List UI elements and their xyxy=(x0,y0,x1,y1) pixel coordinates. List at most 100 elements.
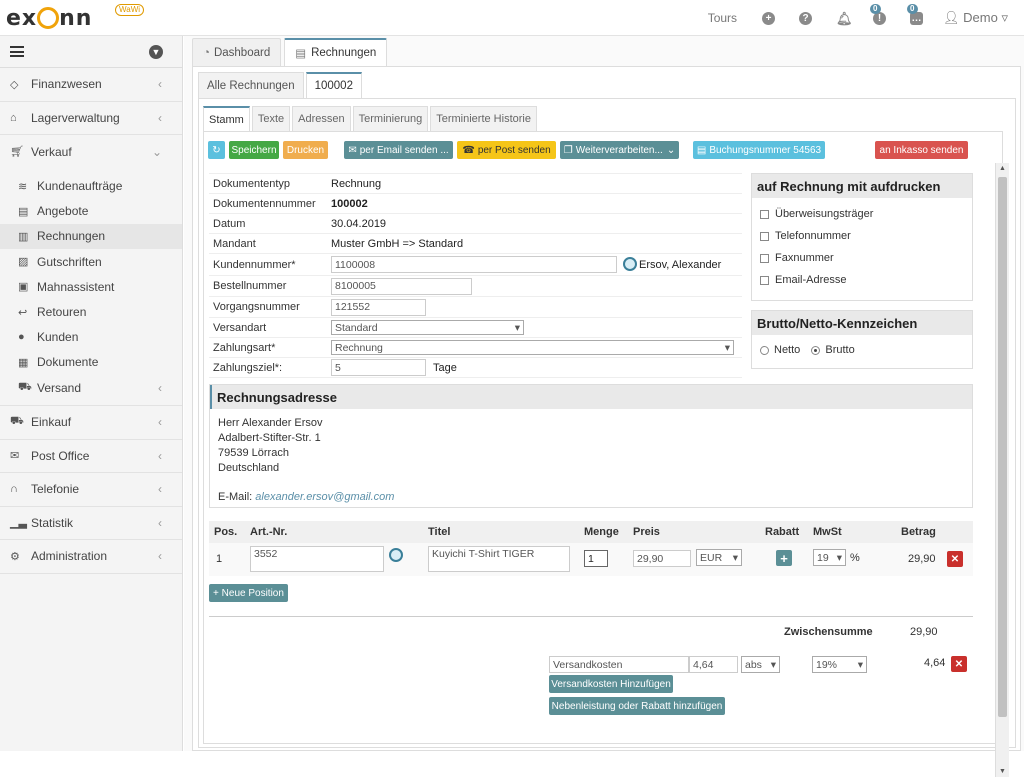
add-nebenleistung-button[interactable]: Nebenleistung oder Rabatt hinzufügen xyxy=(549,697,725,715)
weiterverarbeiten-dropdown[interactable]: ❐ Weiterverarbeiten... ⌄ xyxy=(560,141,679,159)
add-versandkosten-button[interactable]: Versandkosten Hinzufügen xyxy=(549,675,673,693)
sidebar-sub-gutschriften[interactable]: ▨ Gutschriften xyxy=(0,249,182,274)
headset-icon: ∩ xyxy=(10,483,18,496)
vorgangsnummer-input[interactable]: 121552 xyxy=(331,298,426,316)
checkbox-ueberweisungstraeger[interactable]: Überweisungsträger xyxy=(752,203,972,225)
buchungsnummer-button[interactable]: ▤ Buchungsnummer 54563 xyxy=(693,141,825,159)
versandkosten-value-input[interactable]: 4,64 xyxy=(689,656,738,673)
sidebar-sub-rechnungen[interactable]: ▥ Rechnungen xyxy=(0,223,182,250)
plus-icon[interactable]: + xyxy=(762,11,776,25)
email-link[interactable]: alexander.ersov@gmail.com xyxy=(255,491,394,503)
tab-document[interactable]: 100002 xyxy=(305,72,362,98)
logo-badge: WaWi xyxy=(115,4,145,16)
sidebar-item-verkauf[interactable]: 🛒︎ Verkauf ⌄ xyxy=(0,135,182,169)
tours-link[interactable]: Tours xyxy=(708,11,737,25)
help-icon[interactable]: ? xyxy=(799,11,813,25)
tab-dashboard[interactable]: ◔ Dashboard xyxy=(192,38,282,66)
user-menu[interactable]: 👤︎ Demo ▿ xyxy=(943,10,1008,26)
alert-icon[interactable]: ! 0 xyxy=(870,3,887,25)
scrollbar[interactable]: ▲ ▼ xyxy=(995,163,1009,777)
scroll-down-icon[interactable]: ▼ xyxy=(999,768,1006,775)
tab-texte[interactable]: Texte xyxy=(251,106,291,131)
customer-search-icon[interactable] xyxy=(623,257,637,271)
delete-versandkosten-button[interactable]: ✕ xyxy=(951,656,967,672)
currency-select[interactable]: EUR ▾ xyxy=(696,549,742,566)
sidebar-sub-angebote[interactable]: ▤ Angebote xyxy=(0,199,182,224)
chat-icon[interactable]: … 0 xyxy=(907,3,924,25)
add-rabatt-button[interactable]: + xyxy=(776,550,792,566)
post-send-button[interactable]: ☎ per Post senden xyxy=(457,141,556,159)
checkbox[interactable] xyxy=(760,253,769,263)
inkasso-button[interactable]: an Inkasso senden xyxy=(875,141,968,159)
user-name: Demo xyxy=(963,10,998,25)
percent-sign: % xyxy=(850,552,860,564)
radio-brutto[interactable]: Brutto xyxy=(811,344,855,356)
sidebar-sub-kundenauftraege[interactable]: ≋ Kundenaufträge xyxy=(0,174,182,199)
menge-input[interactable]: 1 xyxy=(584,550,608,567)
checkbox-email-adresse[interactable]: Email-Adresse xyxy=(752,269,972,291)
titel-input[interactable]: Kuyichi T-Shirt TIGER xyxy=(428,546,570,572)
bell-icon[interactable]: 🔔︎ xyxy=(836,12,853,25)
sidebar-sub-dokumente[interactable]: ▦ Dokumente xyxy=(0,350,182,375)
document-icon: ▤ xyxy=(18,205,29,218)
bestellnummer-input[interactable]: 8100005 xyxy=(331,277,472,295)
radio-netto[interactable]: Netto xyxy=(760,344,800,356)
refresh-button[interactable]: ↻ xyxy=(208,141,225,159)
save-button[interactable]: Speichern xyxy=(229,141,279,159)
sidebar-item-finanzwesen[interactable]: ◇ Finanzwesen ‹ xyxy=(0,68,182,102)
sidebar-header: ▼ xyxy=(0,36,182,68)
preis-input[interactable]: 29,90 xyxy=(633,550,691,567)
invoice-icon: ▥ xyxy=(18,230,29,243)
hamburger-icon[interactable] xyxy=(10,46,24,57)
col-header: Art.-Nr. xyxy=(250,526,288,538)
kundennummer-input[interactable]: 1100008 xyxy=(331,256,617,273)
versandkosten-type-select[interactable]: abs ▾ xyxy=(741,656,780,673)
sidebar-item-einkauf[interactable]: ⛟ Einkauf ‹ xyxy=(0,406,182,440)
versandkosten-tax-select[interactable]: 19% ▾ xyxy=(812,656,867,673)
tab-stamm[interactable]: Stamm xyxy=(203,106,250,131)
sidebar-sub-kunden[interactable]: ● Kunden xyxy=(0,325,182,350)
delete-position-button[interactable]: ✕ xyxy=(947,551,963,567)
radio[interactable] xyxy=(811,345,821,355)
radio[interactable] xyxy=(760,345,769,355)
sub-label: Kundenaufträge xyxy=(37,179,123,194)
versandart-select[interactable]: Standard ▾ xyxy=(331,320,524,335)
sidebar-sub-mahnassistent[interactable]: ▣ Mahnassistent xyxy=(0,274,182,299)
mwst-select[interactable]: 19 ▾ xyxy=(813,549,846,566)
tab-rechnungen[interactable]: ▤ Rechnungen xyxy=(284,38,388,66)
chevron-down-icon: ⌄ xyxy=(151,144,162,159)
sidebar-item-post-office[interactable]: ✉ Post Office ‹ xyxy=(0,440,182,474)
tab-adressen[interactable]: Adressen xyxy=(292,106,351,131)
artnr-input[interactable]: 3552 xyxy=(250,546,384,572)
scrollbar-thumb[interactable] xyxy=(998,177,1007,717)
chevron-left-icon: ‹ xyxy=(158,515,162,530)
sidebar-sub-retouren[interactable]: ↩ Retouren xyxy=(0,299,182,324)
pos-number: 1 xyxy=(216,553,223,565)
checkbox[interactable] xyxy=(760,209,769,219)
sidebar-item-statistik[interactable]: ▁▃ Statistik ‹ xyxy=(0,507,182,541)
sub-label: Mahnassistent xyxy=(37,279,115,294)
logo[interactable]: ex nn xyxy=(6,6,92,31)
versandkosten-input[interactable]: Versandkosten xyxy=(549,656,689,673)
article-search-icon[interactable] xyxy=(389,548,403,562)
sidebar-item-telefonie[interactable]: ∩ Telefonie ‹ xyxy=(0,473,182,507)
checkbox-telefonnummer[interactable]: Telefonnummer xyxy=(752,225,972,247)
sidebar-item-administration[interactable]: ⚙ Administration ‹ xyxy=(0,540,182,574)
add-position-button[interactable]: + Neue Position xyxy=(209,584,288,602)
checkbox-faxnummer[interactable]: Faxnummer xyxy=(752,247,972,269)
tab-alle-rechnungen[interactable]: Alle Rechnungen xyxy=(198,72,304,98)
brutto-netto-box: Brutto/Netto-Kennzeichen Netto Brutto xyxy=(751,310,973,369)
checkbox[interactable] xyxy=(760,275,769,285)
sidebar-sub-versand[interactable]: ⛟ Versand ‹ xyxy=(0,375,182,400)
tab-terminierte-historie[interactable]: Terminierte Historie xyxy=(430,106,537,131)
print-button[interactable]: Drucken xyxy=(283,141,328,159)
tab-terminierung[interactable]: Terminierung xyxy=(352,106,429,131)
sidebar-item-lagerverwaltung[interactable]: ⌂ Lagerverwaltung ‹ xyxy=(0,102,182,135)
scroll-up-icon[interactable]: ▲ xyxy=(999,165,1006,172)
checkbox[interactable] xyxy=(760,231,769,241)
radio-label: Brutto xyxy=(825,344,855,356)
zahlungsart-select[interactable]: Rechnung ▾ xyxy=(331,340,734,355)
zahlungsziel-input[interactable]: 5 xyxy=(331,359,426,376)
email-send-button[interactable]: ✉ per Email senden ... xyxy=(344,141,453,159)
collapse-icon[interactable]: ▼ xyxy=(149,45,163,59)
